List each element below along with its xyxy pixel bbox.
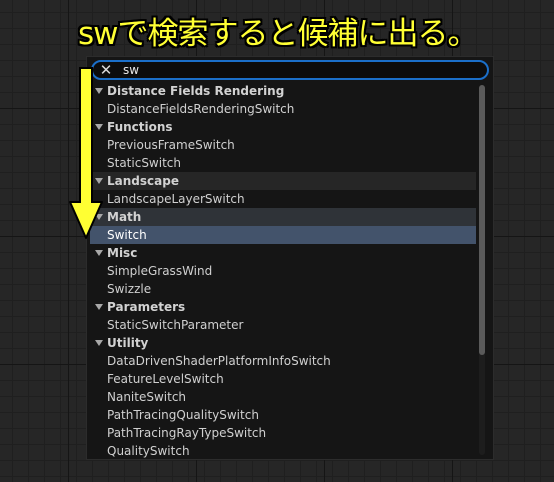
expand-triangle-icon[interactable] [95,304,103,310]
search-input[interactable] [123,62,463,78]
category-header[interactable]: Parameters [90,298,476,316]
list-item[interactable]: DataDrivenShaderPlatformInfoSwitch [90,352,476,370]
search-result-list: Distance Fields Rendering DistanceFieldsR… [90,82,476,459]
expand-triangle-icon[interactable] [95,340,103,346]
list-item[interactable]: StaticSwitch [90,154,476,172]
category-header[interactable]: Misc [90,244,476,262]
list-item[interactable]: DistanceFieldsRenderingSwitch [90,100,476,118]
list-item[interactable]: NaniteSwitch [90,388,476,406]
list-item-selected[interactable]: Switch [90,226,476,244]
node-search-popup: ✕ Distance Fields Rendering DistanceField… [86,56,494,460]
category-label: Utility [107,336,149,350]
down-arrow-icon [69,67,103,239]
category-label: Misc [107,246,138,260]
category-label: Functions [107,120,173,134]
category-label: Distance Fields Rendering [107,84,285,98]
list-item[interactable]: LandscapeLayerSwitch [90,190,476,208]
category-label: Landscape [107,174,179,188]
list-item[interactable]: SimpleGrassWind [90,262,476,280]
list-item[interactable]: PathTracingQualitySwitch [90,406,476,424]
search-box: ✕ [91,60,489,80]
category-header[interactable]: Distance Fields Rendering [90,82,476,100]
scrollbar-thumb[interactable] [479,85,485,355]
category-header[interactable]: Functions [90,118,476,136]
list-item[interactable]: StaticSwitchParameter [90,316,476,334]
category-label: Parameters [107,300,186,314]
expand-triangle-icon[interactable] [95,250,103,256]
category-label: Math [107,210,142,224]
scrollbar-track[interactable] [479,85,485,455]
category-header[interactable]: Utility [90,334,476,352]
list-item[interactable]: FeatureLevelSwitch [90,370,476,388]
annotation-caption: swで検索すると候補に出る。 [78,16,479,52]
list-item[interactable]: PathTracingRayTypeSwitch [90,424,476,442]
category-header[interactable]: Math [90,208,476,226]
list-item[interactable]: Swizzle [90,280,476,298]
category-header[interactable]: Landscape [90,172,476,190]
list-item[interactable]: PreviousFrameSwitch [90,136,476,154]
list-item[interactable]: QualitySwitch [90,442,476,459]
